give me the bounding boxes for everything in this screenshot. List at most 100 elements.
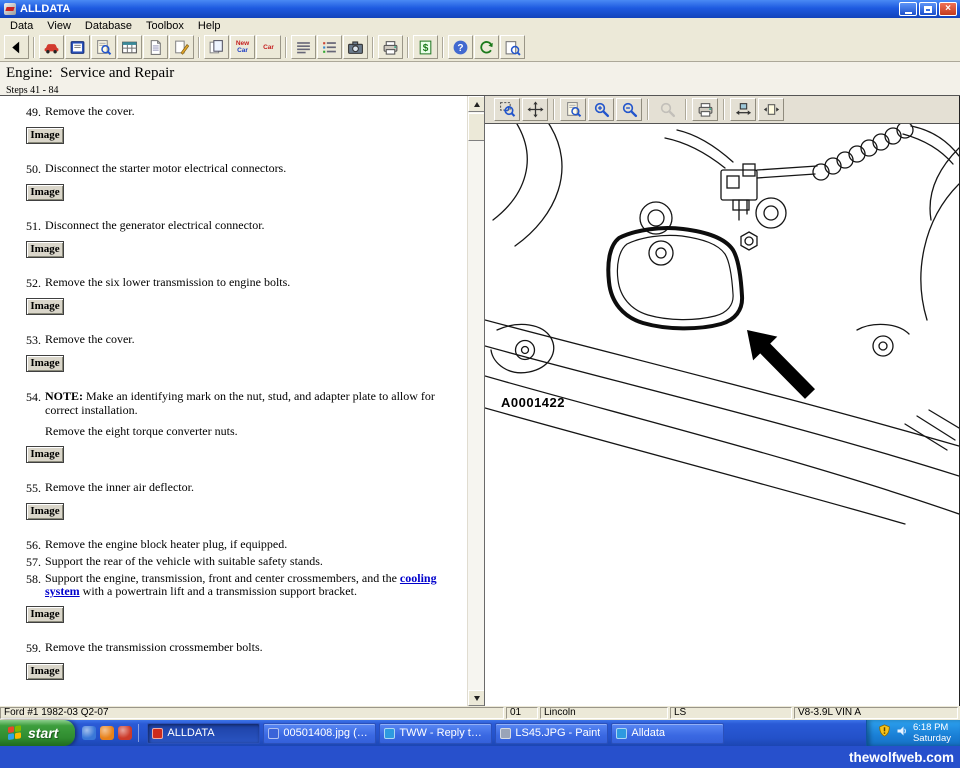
task-label: ALLDATA — [167, 727, 214, 739]
step-number: 53. — [26, 333, 45, 348]
fit-width-icon[interactable] — [730, 98, 756, 121]
page-header: Engine: Service and Repair Steps 41 - 84 — [0, 62, 960, 96]
windows-flag-icon — [8, 725, 23, 741]
new-car-icon[interactable]: NewCar — [230, 35, 255, 59]
alldata-window: ALLDATA × DataViewDatabaseToolboxHelp Ne… — [0, 0, 960, 768]
specifications-table-icon[interactable] — [117, 35, 142, 59]
search-document-icon[interactable] — [91, 35, 116, 59]
article-panel: 49.Remove the cover. Image 50.Disconnect t… — [0, 96, 484, 706]
zoom-out-icon[interactable] — [616, 98, 642, 121]
internet-explorer-icon[interactable] — [82, 726, 96, 740]
step-text-segment: with a powertrain lift and a transmissio… — [80, 584, 357, 598]
step-item: 52.Remove the six lower transmission to … — [26, 276, 457, 291]
car-icon[interactable]: Car — [256, 35, 281, 59]
library-icon[interactable] — [65, 35, 90, 59]
step-item: 55.Remove the inner air deflector. — [26, 481, 457, 496]
scrollbar-track[interactable] — [467, 96, 484, 706]
menu-view[interactable]: View — [40, 19, 78, 33]
step-text: Support the rear of the vehicle with sui… — [45, 555, 457, 570]
step-text: Remove the cover. — [45, 105, 457, 120]
step-text-segment: Disconnect the starter motor electrical … — [45, 161, 286, 175]
window-title: ALLDATA — [20, 3, 70, 15]
task-label: LS45.JPG - Paint — [515, 727, 600, 739]
zoom-in-icon[interactable] — [588, 98, 614, 121]
zoom-select-icon[interactable] — [494, 98, 520, 121]
image-button[interactable]: Image — [26, 663, 64, 680]
back-icon[interactable] — [4, 35, 29, 59]
title-bar: ALLDATA × — [0, 0, 960, 18]
task-button-2[interactable]: 00501408.jpg (JPEG ... — [263, 723, 376, 744]
pages-icon[interactable] — [204, 35, 229, 59]
menu-toolbox[interactable]: Toolbox — [139, 19, 191, 33]
svg-text:$: $ — [423, 43, 429, 54]
zoom-page-icon[interactable] — [560, 98, 586, 121]
step-text-segment: Remove the transmission crossmember bolt… — [45, 640, 263, 654]
figures-icon[interactable] — [343, 35, 368, 59]
scroll-up-button[interactable] — [468, 96, 485, 112]
scroll-down-button[interactable] — [468, 690, 485, 706]
step-item: 50.Disconnect the starter motor electric… — [26, 162, 457, 177]
media-player-icon[interactable] — [100, 726, 114, 740]
task-label: 00501408.jpg (JPEG ... — [283, 727, 371, 739]
outline-view-icon[interactable] — [317, 35, 342, 59]
status-model: LS — [670, 707, 792, 719]
task-button-5[interactable]: Alldata — [611, 723, 724, 744]
security-shield-icon[interactable] — [878, 724, 891, 742]
menu-database[interactable]: Database — [78, 19, 139, 33]
help-icon[interactable]: ? — [448, 35, 473, 59]
task-label: Alldata — [631, 727, 665, 739]
actual-size-icon[interactable] — [758, 98, 784, 121]
step-text: Remove the inner air deflector. — [45, 481, 457, 496]
maximize-button[interactable] — [919, 2, 937, 16]
menu-help[interactable]: Help — [191, 19, 228, 33]
print-icon[interactable] — [378, 35, 403, 59]
toolbar-separator — [685, 99, 687, 120]
zoom-window-icon[interactable] — [654, 98, 680, 121]
volume-icon[interactable] — [896, 724, 908, 742]
image-toolbar — [485, 96, 959, 124]
task-button-3[interactable]: TWW - Reply to Topic... — [379, 723, 492, 744]
step-item: 56.Remove the engine block heater plug, … — [26, 538, 457, 553]
task-button-4[interactable]: LS45.JPG - Paint — [495, 723, 608, 744]
step-number: 50. — [26, 162, 45, 177]
step-number: 52. — [26, 276, 45, 291]
step-text: Remove the six lower transmission to eng… — [45, 276, 457, 291]
image-button[interactable]: Image — [26, 298, 64, 315]
print-image-icon[interactable] — [692, 98, 718, 121]
step-number: 49. — [26, 105, 45, 120]
vehicle-select-icon[interactable] — [39, 35, 64, 59]
notes-icon[interactable] — [169, 35, 194, 59]
tray-clock: 6:18 PM — [913, 722, 951, 733]
close-button[interactable]: × — [939, 2, 957, 16]
parts-labor-icon[interactable]: $ — [413, 35, 438, 59]
task-window-icon — [268, 728, 279, 739]
toolbar-separator — [442, 37, 444, 58]
image-button[interactable]: Image — [26, 355, 64, 372]
start-button[interactable]: start — [0, 720, 75, 746]
image-button[interactable]: Image — [26, 606, 64, 623]
menu-data[interactable]: Data — [3, 19, 40, 33]
task-window-icon — [500, 728, 511, 739]
image-button[interactable]: Image — [26, 127, 64, 144]
pan-icon[interactable] — [522, 98, 548, 121]
show-desktop-icon[interactable] — [118, 726, 132, 740]
document-icon[interactable] — [143, 35, 168, 59]
step-text: Remove the engine block heater plug, if … — [45, 538, 457, 553]
status-bar: Ford #1 1982-03 Q2-0701LincolnLSV8-3.9L … — [0, 706, 960, 720]
image-button[interactable]: Image — [26, 446, 64, 463]
bottom-strip: thewolfweb.com — [0, 746, 960, 768]
image-button[interactable]: Image — [26, 184, 64, 201]
print-preview-icon[interactable] — [500, 35, 525, 59]
task-window-icon — [152, 728, 163, 739]
status-code: 01 — [506, 707, 538, 719]
task-button-1[interactable]: ALLDATA — [147, 723, 260, 744]
article-text-icon[interactable] — [291, 35, 316, 59]
image-button[interactable]: Image — [26, 241, 64, 258]
scroll-thumb[interactable] — [468, 113, 485, 141]
toolbar-separator — [285, 37, 287, 58]
step-text-segment: Remove the six lower transmission to eng… — [45, 275, 290, 289]
toolbar-separator — [647, 99, 649, 120]
refresh-icon[interactable] — [474, 35, 499, 59]
minimize-button[interactable] — [899, 2, 917, 16]
image-button[interactable]: Image — [26, 503, 64, 520]
